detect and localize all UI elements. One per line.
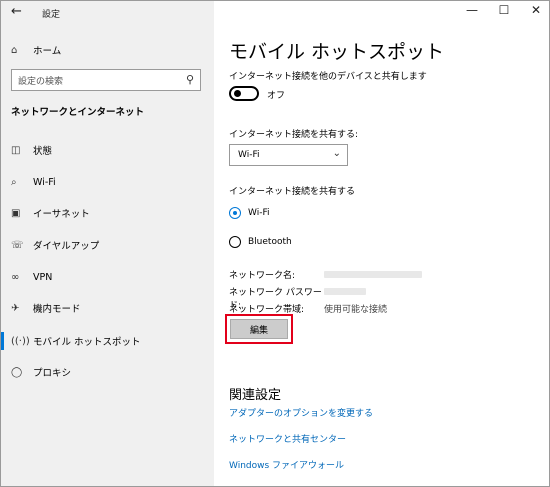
home-icon: ⌂ bbox=[11, 44, 18, 56]
globe-icon: ◯ bbox=[11, 366, 23, 378]
radio-selected-icon bbox=[229, 207, 241, 219]
network-password-redacted bbox=[324, 288, 366, 295]
sidebar-item-label: VPN bbox=[33, 271, 53, 283]
minimize-button[interactable]: — bbox=[462, 3, 482, 17]
ethernet-icon: ▣ bbox=[11, 207, 21, 219]
network-password-label: ネットワーク パスワード: bbox=[229, 288, 322, 311]
sidebar-item-label: 状態 bbox=[33, 146, 53, 157]
search-placeholder: 設定の検索 bbox=[18, 77, 64, 87]
settings-window: ← 設定 ⌂ ホーム 設定の検索 ⚲ ネットワークとインターネット ◫ 状態 ⌕… bbox=[0, 0, 550, 487]
network-password-row: ネットワーク パスワード: bbox=[229, 285, 366, 311]
link-windows-firewall[interactable]: Windows ファイアウォール bbox=[229, 458, 344, 471]
sidebar-section-title: ネットワークとインターネット bbox=[11, 107, 145, 118]
sidebar-home[interactable]: ⌂ ホーム bbox=[11, 41, 61, 59]
radio-unselected-icon bbox=[229, 236, 241, 248]
hotspot-toggle[interactable] bbox=[229, 86, 259, 101]
maximize-button[interactable]: ☐ bbox=[494, 3, 514, 17]
toggle-state-label: オフ bbox=[267, 91, 286, 101]
wifi-icon: ⌕ bbox=[11, 176, 17, 188]
sidebar-item-dialup[interactable]: ☏ ダイヤルアップ bbox=[11, 236, 99, 254]
search-icon[interactable]: ⚲ bbox=[186, 73, 194, 86]
share-label: インターネット接続を他のデバイスと共有します bbox=[229, 72, 427, 82]
sidebar-item-status[interactable]: ◫ 状態 bbox=[11, 141, 52, 159]
search-input[interactable]: 設定の検索 ⚲ bbox=[11, 69, 201, 91]
radio-bluetooth[interactable]: Bluetooth bbox=[229, 235, 292, 249]
link-adapter-options[interactable]: アダプターのオプションを変更する bbox=[229, 406, 373, 419]
main-pane: — ☐ ✕ モバイル ホットスポット インターネット接続を他のデバイスと共有しま… bbox=[214, 1, 549, 486]
close-button[interactable]: ✕ bbox=[526, 3, 546, 17]
sidebar: ← 設定 ⌂ ホーム 設定の検索 ⚲ ネットワークとインターネット ◫ 状態 ⌕… bbox=[1, 1, 214, 486]
toggle-knob bbox=[234, 90, 241, 97]
page-title: モバイル ホットスポット bbox=[229, 41, 445, 63]
vpn-icon: ∞ bbox=[11, 271, 20, 283]
sidebar-item-label: 機内モード bbox=[33, 304, 81, 315]
sidebar-item-vpn[interactable]: ∞ VPN bbox=[11, 268, 52, 286]
edit-highlight-box: 編集 bbox=[225, 314, 293, 344]
network-name-label: ネットワーク名: bbox=[229, 271, 296, 281]
network-name-redacted bbox=[324, 271, 422, 278]
sidebar-item-label: Wi-Fi bbox=[33, 176, 56, 188]
network-band-value: 使用可能な接続 bbox=[324, 305, 388, 315]
airplane-icon: ✈ bbox=[11, 302, 20, 314]
share-from-select[interactable]: Wi-Fi ⌄ bbox=[229, 144, 348, 166]
sidebar-item-label: モバイル ホットスポット bbox=[33, 337, 141, 348]
related-settings-title: 関連設定 bbox=[229, 388, 282, 403]
network-name-row: ネットワーク名: bbox=[229, 268, 422, 281]
sidebar-item-wifi[interactable]: ⌕ Wi-Fi bbox=[11, 173, 56, 191]
sidebar-item-label: イーサネット bbox=[33, 209, 90, 220]
selected-indicator bbox=[1, 332, 4, 350]
radio-wifi[interactable]: Wi-Fi bbox=[229, 206, 269, 220]
sidebar-item-label: ダイヤルアップ bbox=[33, 241, 100, 252]
back-arrow-icon[interactable]: ← bbox=[11, 4, 22, 19]
dialup-icon: ☏ bbox=[11, 239, 24, 251]
share-from-label: インターネット接続を共有する: bbox=[229, 130, 359, 140]
status-icon: ◫ bbox=[11, 144, 21, 156]
share-over-label: インターネット接続を共有する bbox=[229, 187, 356, 197]
sidebar-item-hotspot[interactable]: ((·)) モバイル ホットスポット bbox=[11, 332, 141, 350]
sidebar-item-ethernet[interactable]: ▣ イーサネット bbox=[11, 204, 90, 222]
edit-button[interactable]: 編集 bbox=[230, 319, 288, 339]
sidebar-item-label: プロキシ bbox=[33, 368, 72, 379]
radio-wifi-label: Wi-Fi bbox=[248, 208, 270, 218]
sidebar-home-label: ホーム bbox=[33, 46, 62, 57]
hotspot-icon: ((·)) bbox=[11, 335, 30, 347]
app-title: 設定 bbox=[42, 10, 61, 20]
sidebar-item-airplane[interactable]: ✈ 機内モード bbox=[11, 299, 81, 317]
sidebar-item-proxy[interactable]: ◯ プロキシ bbox=[11, 363, 71, 381]
radio-bluetooth-label: Bluetooth bbox=[248, 237, 292, 247]
link-network-sharing-center[interactable]: ネットワークと共有センター bbox=[229, 432, 346, 445]
share-from-value: Wi-Fi bbox=[238, 150, 260, 160]
chevron-down-icon: ⌄ bbox=[332, 148, 341, 159]
